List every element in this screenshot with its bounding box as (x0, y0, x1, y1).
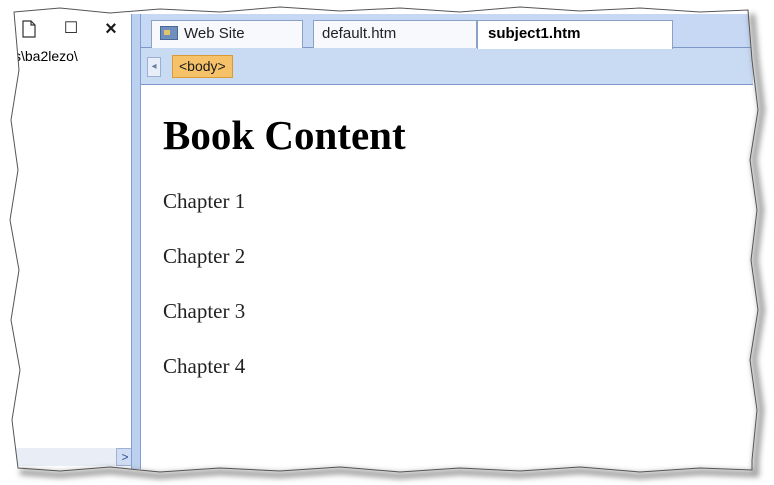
chapter-item: Chapter 2 (163, 244, 246, 268)
pane-toolbar: ☐ × (16, 14, 134, 44)
tab-web-site[interactable]: Web Site (151, 20, 303, 48)
tab-label: Web Site (184, 25, 245, 42)
design-view-content[interactable]: Book Content Chapter 1 Chapter 2 Chapter… (141, 85, 753, 469)
document-tab-strip: Web Site default.htm subject1.htm (141, 14, 753, 49)
document-editor: Web Site default.htm subject1.htm ◂ <bod… (141, 14, 753, 469)
chapter-item: Chapter 4 (163, 354, 246, 378)
pane-splitter[interactable] (131, 14, 141, 469)
close-icon[interactable]: × (102, 19, 120, 39)
quick-tag-selector: ◂ <body> (141, 48, 753, 85)
document-icon[interactable] (20, 20, 38, 38)
page-heading: Book Content (163, 112, 406, 158)
tab-label: default.htm (322, 25, 397, 42)
tab-subject1-htm[interactable]: subject1.htm (477, 20, 673, 49)
chapter-item: Chapter 3 (163, 299, 246, 323)
screenshot-frame: ☐ × s\ba2lezo\ > Web Site default.htm su… (0, 0, 774, 485)
scroll-left-icon[interactable]: ◂ (147, 57, 161, 77)
tab-default-htm[interactable]: default.htm (313, 20, 477, 48)
tab-label: subject1.htm (488, 25, 581, 42)
website-icon (160, 26, 178, 40)
horizontal-scrollbar[interactable]: > (16, 448, 134, 466)
maximize-icon[interactable]: ☐ (62, 20, 80, 38)
chapter-item: Chapter 1 (163, 189, 246, 213)
folder-list-pane: ☐ × (16, 14, 134, 469)
folder-path-text[interactable]: s\ba2lezo\ (14, 48, 130, 64)
body-tag-button[interactable]: <body> (172, 55, 233, 78)
